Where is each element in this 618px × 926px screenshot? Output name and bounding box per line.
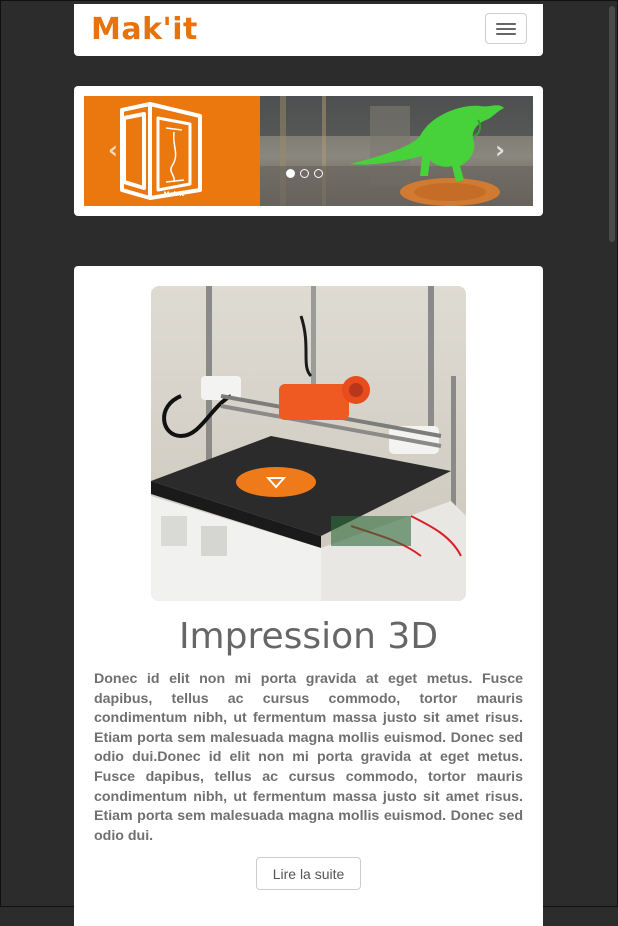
chevron-right-icon[interactable]: › [495, 136, 505, 164]
printer-photo [151, 286, 466, 601]
carousel-indicators [286, 169, 323, 178]
carousel-slide-photo [260, 96, 533, 206]
article-title: Impression 3D [178, 616, 439, 657]
carousel-inner: Mak'it ‹ › [84, 96, 533, 206]
navbar: Mak'it [74, 4, 543, 56]
dinosaur-photo [260, 96, 533, 206]
hamburger-menu-icon [496, 28, 516, 30]
carousel: Mak'it ‹ › [74, 86, 543, 216]
scrollbar[interactable] [609, 6, 615, 242]
menu-toggle-button[interactable] [485, 13, 527, 44]
brand-logo[interactable]: Mak'it [91, 12, 198, 47]
carousel-indicator[interactable] [314, 169, 323, 178]
hamburger-menu-icon [496, 33, 516, 35]
hamburger-menu-icon [496, 23, 516, 25]
read-more-button[interactable]: Lire la suite [256, 857, 361, 890]
chevron-left-icon[interactable]: ‹ [108, 136, 118, 164]
article-card: Impression 3D Donec id elit non mi porta… [74, 266, 543, 926]
3d-printer-image [151, 286, 466, 601]
carousel-indicator[interactable] [300, 169, 309, 178]
carousel-indicator[interactable] [286, 169, 295, 178]
logo-text: Mak'it [164, 191, 185, 198]
article-body: Donec id elit non mi porta gravida at eg… [94, 671, 523, 844]
